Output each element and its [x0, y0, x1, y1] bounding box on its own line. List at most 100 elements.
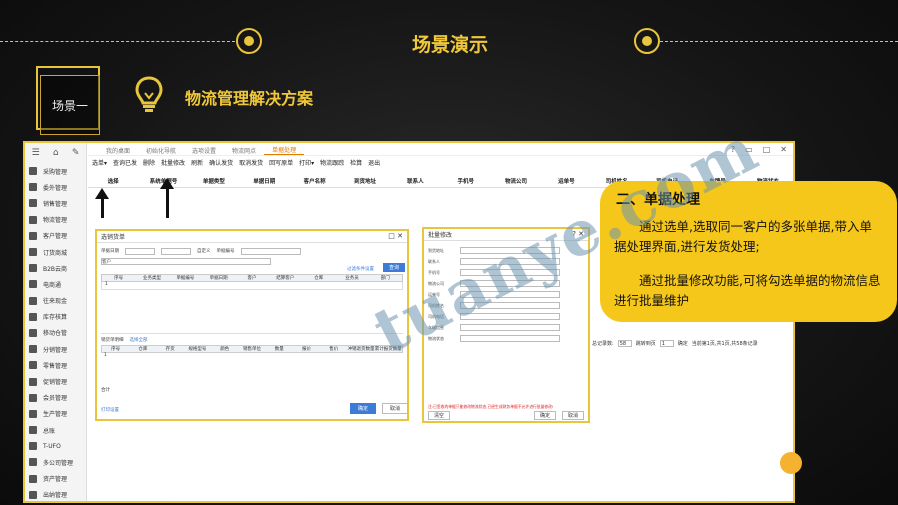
- order-table-header: 序号 业务类型 单据编号 单据日期 客户 结算客户 仓库 业务员 部门: [101, 274, 403, 282]
- toolbar-button[interactable]: 确认发货: [209, 158, 233, 167]
- customer-input[interactable]: 客户: [101, 257, 271, 265]
- ok-button[interactable]: 确定: [350, 403, 376, 414]
- toolbar-button[interactable]: 打印▾: [299, 158, 314, 167]
- sidebar-item-label: 往来现金: [43, 298, 68, 306]
- cancel-button[interactable]: 取消: [562, 411, 584, 420]
- sidebar-item-label: T-UFO: [43, 442, 61, 450]
- tab-item[interactable]: 物流网点: [224, 146, 264, 155]
- sidebar-item-label: 生产管理: [43, 411, 68, 419]
- sidebar-item[interactable]: 促销管理: [25, 373, 86, 389]
- column-header: 客户名称: [303, 179, 326, 185]
- sidebar-item[interactable]: 移动仓管: [25, 325, 86, 341]
- close-icon[interactable]: ✕: [780, 145, 787, 154]
- toolbar-button[interactable]: 物流跟踪: [320, 158, 344, 167]
- table-row[interactable]: 1: [101, 353, 107, 361]
- toolbar-button[interactable]: 刷新: [191, 158, 203, 167]
- edit-icon[interactable]: ✎: [72, 148, 80, 158]
- date-from-input[interactable]: [125, 247, 155, 255]
- cancel-button[interactable]: 取消: [382, 403, 408, 414]
- menu-icon[interactable]: ☰: [32, 148, 40, 158]
- field-input[interactable]: [460, 335, 560, 342]
- sidebar-item[interactable]: B2B云商: [25, 260, 86, 276]
- sidebar-item[interactable]: 会员管理: [25, 390, 86, 406]
- sidebar-item[interactable]: 生产管理: [25, 406, 86, 422]
- sidebar-item[interactable]: 往来现金: [25, 293, 86, 309]
- column-header: 报价: [301, 347, 311, 352]
- sidebar-item[interactable]: 分销管理: [25, 341, 86, 357]
- tab-item[interactable]: 选项设置: [184, 146, 224, 155]
- sidebar-item[interactable]: 总账: [25, 422, 86, 438]
- toolbar-button[interactable]: 查询已发: [113, 158, 137, 167]
- column-header: 物流公司: [505, 179, 528, 185]
- custom-select[interactable]: 自定义: [197, 248, 211, 254]
- column-header: 业务类型: [142, 276, 161, 281]
- menu-item-icon: [29, 490, 37, 499]
- sidebar-item[interactable]: 零售管理: [25, 357, 86, 373]
- sidebar-item-label: 总账: [43, 427, 56, 435]
- page-input[interactable]: 1: [659, 340, 674, 347]
- sidebar-item[interactable]: 多公司管理: [25, 454, 86, 470]
- sidebar-item[interactable]: T-UFO: [25, 438, 86, 454]
- toolbar-button[interactable]: 选单▾: [92, 158, 107, 167]
- sidebar-item-label: 订货商城: [43, 249, 68, 257]
- sidebar-item[interactable]: 库存核算: [25, 309, 86, 325]
- column-header: 单据日期: [209, 276, 228, 281]
- ok-button[interactable]: 确定: [534, 411, 556, 420]
- toolbar-button[interactable]: 取消发货: [239, 158, 263, 167]
- menu-item-icon: [29, 377, 37, 386]
- dialog-title: 选销货单: [101, 234, 126, 241]
- sidebar-item[interactable]: 出纳管理: [25, 487, 86, 501]
- solution-title: 物流管理解决方案: [185, 89, 314, 108]
- toolbar-button[interactable]: 批量修改: [161, 158, 185, 167]
- tab-item[interactable]: 我的桌面: [98, 146, 138, 155]
- sidebar-item-label: 销售管理: [43, 200, 68, 208]
- sidebar-item[interactable]: 采购管理: [25, 163, 86, 179]
- circle-dot-icon: [634, 28, 660, 54]
- select-all-link[interactable]: 选择全部: [130, 337, 148, 343]
- header-divider-left: [0, 41, 235, 42]
- confirm-button[interactable]: 确定: [678, 340, 688, 347]
- print-settings-link[interactable]: 打印设置: [101, 407, 119, 413]
- clear-button[interactable]: 清空: [428, 411, 450, 420]
- select-order-dialog: 选销货单 □ ✕ 单据日期 自定义 单据编号 客户 过滤条件设置 查询 序号 业务类…: [95, 229, 409, 421]
- toolbar-button[interactable]: 回写原单: [269, 158, 293, 167]
- arrow-up-icon: [95, 188, 109, 218]
- tab-item[interactable]: 单据处理: [264, 145, 305, 155]
- menu-item-icon: [29, 345, 37, 354]
- tab-item[interactable]: 初始化导航: [138, 146, 184, 155]
- toolbar-button[interactable]: 检算: [350, 158, 362, 167]
- sidebar-item-label: 出纳管理: [43, 492, 68, 500]
- sidebar-item[interactable]: 客户管理: [25, 228, 86, 244]
- sidebar-item-label: 物流管理: [43, 217, 68, 225]
- page-info: 当前第1页,共1页,共58条记录: [691, 341, 758, 347]
- table-row[interactable]: 1: [101, 282, 403, 290]
- sidebar-item[interactable]: 销售管理: [25, 195, 86, 211]
- sidebar-item[interactable]: 物流管理: [25, 212, 86, 228]
- column-header: 存货: [165, 347, 175, 352]
- column-header: 手机号: [457, 179, 474, 185]
- toolbar-button[interactable]: 退出: [368, 158, 380, 167]
- lightbulb-icon: [135, 76, 163, 112]
- menu-item-icon: [29, 199, 37, 208]
- column-header: 颜色: [220, 347, 230, 352]
- callout-paragraph-2: 通过批量修改功能,可将勾选单据的物流信息进行批量维护: [614, 273, 881, 308]
- menu-item-icon: [29, 409, 37, 418]
- doc-number-input[interactable]: [240, 247, 301, 255]
- menu-item-icon: [29, 280, 37, 289]
- sidebar-item-label: 会员管理: [43, 395, 68, 403]
- sidebar-item[interactable]: 订货商城: [25, 244, 86, 260]
- sidebar-item[interactable]: 委外管理: [25, 179, 86, 195]
- sidebar-item-label: 分销管理: [43, 346, 68, 354]
- query-button[interactable]: 查询: [383, 263, 405, 272]
- home-icon[interactable]: ⌂: [53, 148, 59, 158]
- filter-settings-link[interactable]: 过滤条件设置: [347, 266, 374, 272]
- sidebar-item-label: B2B云商: [43, 265, 68, 273]
- sidebar-item[interactable]: 资产管理: [25, 471, 86, 487]
- sidebar-item-label: 零售管理: [43, 362, 68, 370]
- logo-icon: [780, 452, 802, 474]
- toolbar-button[interactable]: 删除: [143, 158, 155, 167]
- maximize-icon[interactable]: □: [763, 145, 771, 154]
- date-to-input[interactable]: [161, 247, 191, 255]
- sidebar-item[interactable]: 电商通: [25, 276, 86, 292]
- close-icon[interactable]: □ ✕: [388, 232, 403, 240]
